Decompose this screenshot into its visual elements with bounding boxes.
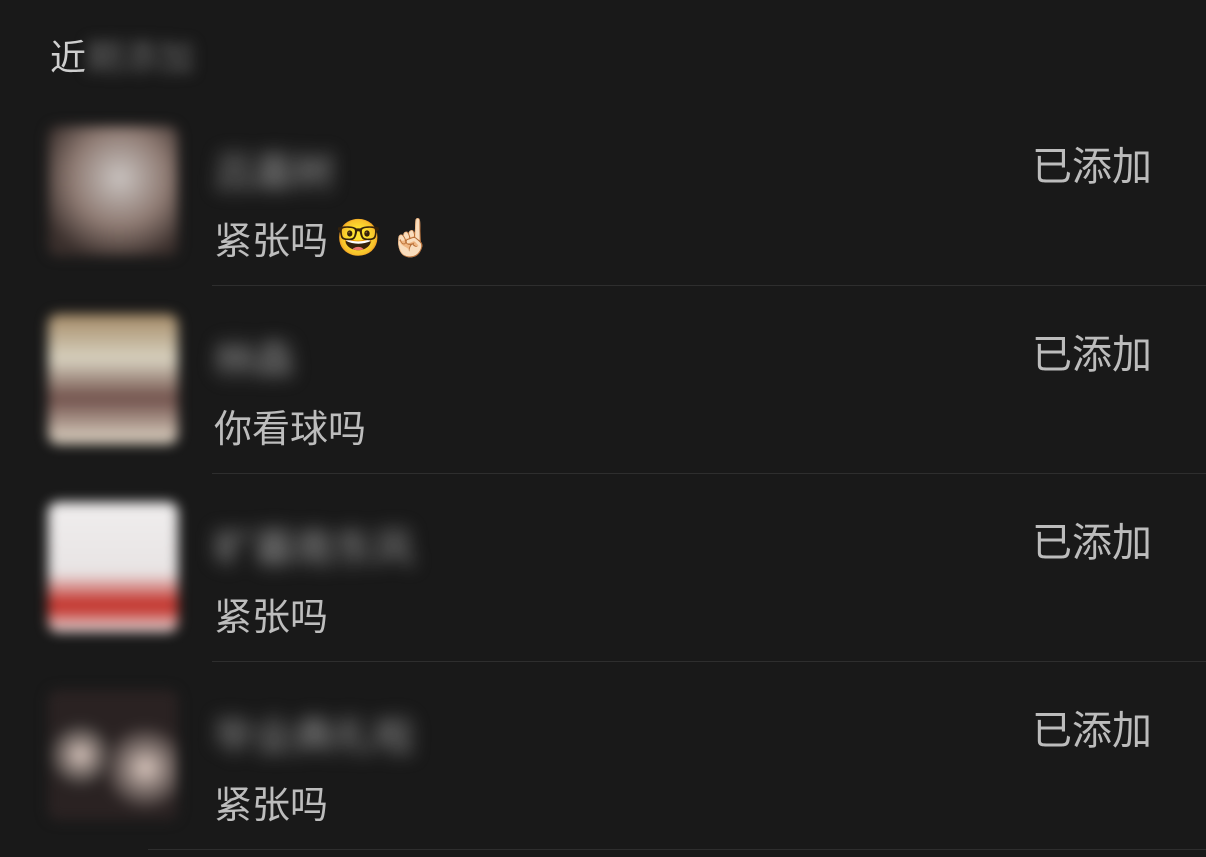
avatar[interactable] <box>48 126 178 256</box>
status-added: 已添加 <box>1032 520 1152 566</box>
section-title: 近 <box>50 38 87 79</box>
contact-row[interactable]: 吕嘉树 紧张吗 🤓 ☝🏻 已添加 <box>0 98 1206 286</box>
message-text: 紧张吗 <box>214 783 329 827</box>
contact-name: 毕业典礼啦 <box>214 714 414 760</box>
message-text: 紧张吗 <box>214 219 329 263</box>
nerd-face-emoji: 🤓 <box>336 217 381 259</box>
contact-name: 吕嘉树 <box>214 150 334 196</box>
contact-row[interactable]: 林森 你看球吗 已添加 <box>0 286 1206 474</box>
contact-row[interactable]: 毕业典礼啦 紧张吗 已添加 <box>0 662 1206 850</box>
divider <box>148 849 1206 850</box>
status-added: 已添加 <box>1032 708 1152 754</box>
avatar[interactable] <box>48 314 178 444</box>
pointing-up-emoji: ☝🏻 <box>388 217 434 259</box>
contact-list: 吕嘉树 紧张吗 🤓 ☝🏻 已添加 林森 你看球吗 已添加 旷暮南东风 紧张吗 已… <box>0 98 1206 850</box>
section-title-blurred: 期添加 <box>86 38 195 79</box>
contact-row[interactable]: 旷暮南东风 紧张吗 已添加 <box>0 474 1206 662</box>
contact-name: 林森 <box>214 338 294 384</box>
avatar[interactable] <box>48 690 178 820</box>
status-added: 已添加 <box>1032 332 1152 378</box>
last-message: 紧张吗 🤓 ☝🏻 <box>214 210 434 265</box>
section-header: 近 期添加 <box>50 30 194 80</box>
message-text: 紧张吗 <box>214 595 329 639</box>
contact-name: 旷暮南东风 <box>214 526 414 572</box>
avatar[interactable] <box>48 502 178 632</box>
message-text: 你看球吗 <box>214 407 367 451</box>
last-message: 紧张吗 <box>214 586 328 641</box>
status-added: 已添加 <box>1032 144 1152 190</box>
last-message: 紧张吗 <box>214 774 328 829</box>
last-message: 你看球吗 <box>214 398 366 453</box>
